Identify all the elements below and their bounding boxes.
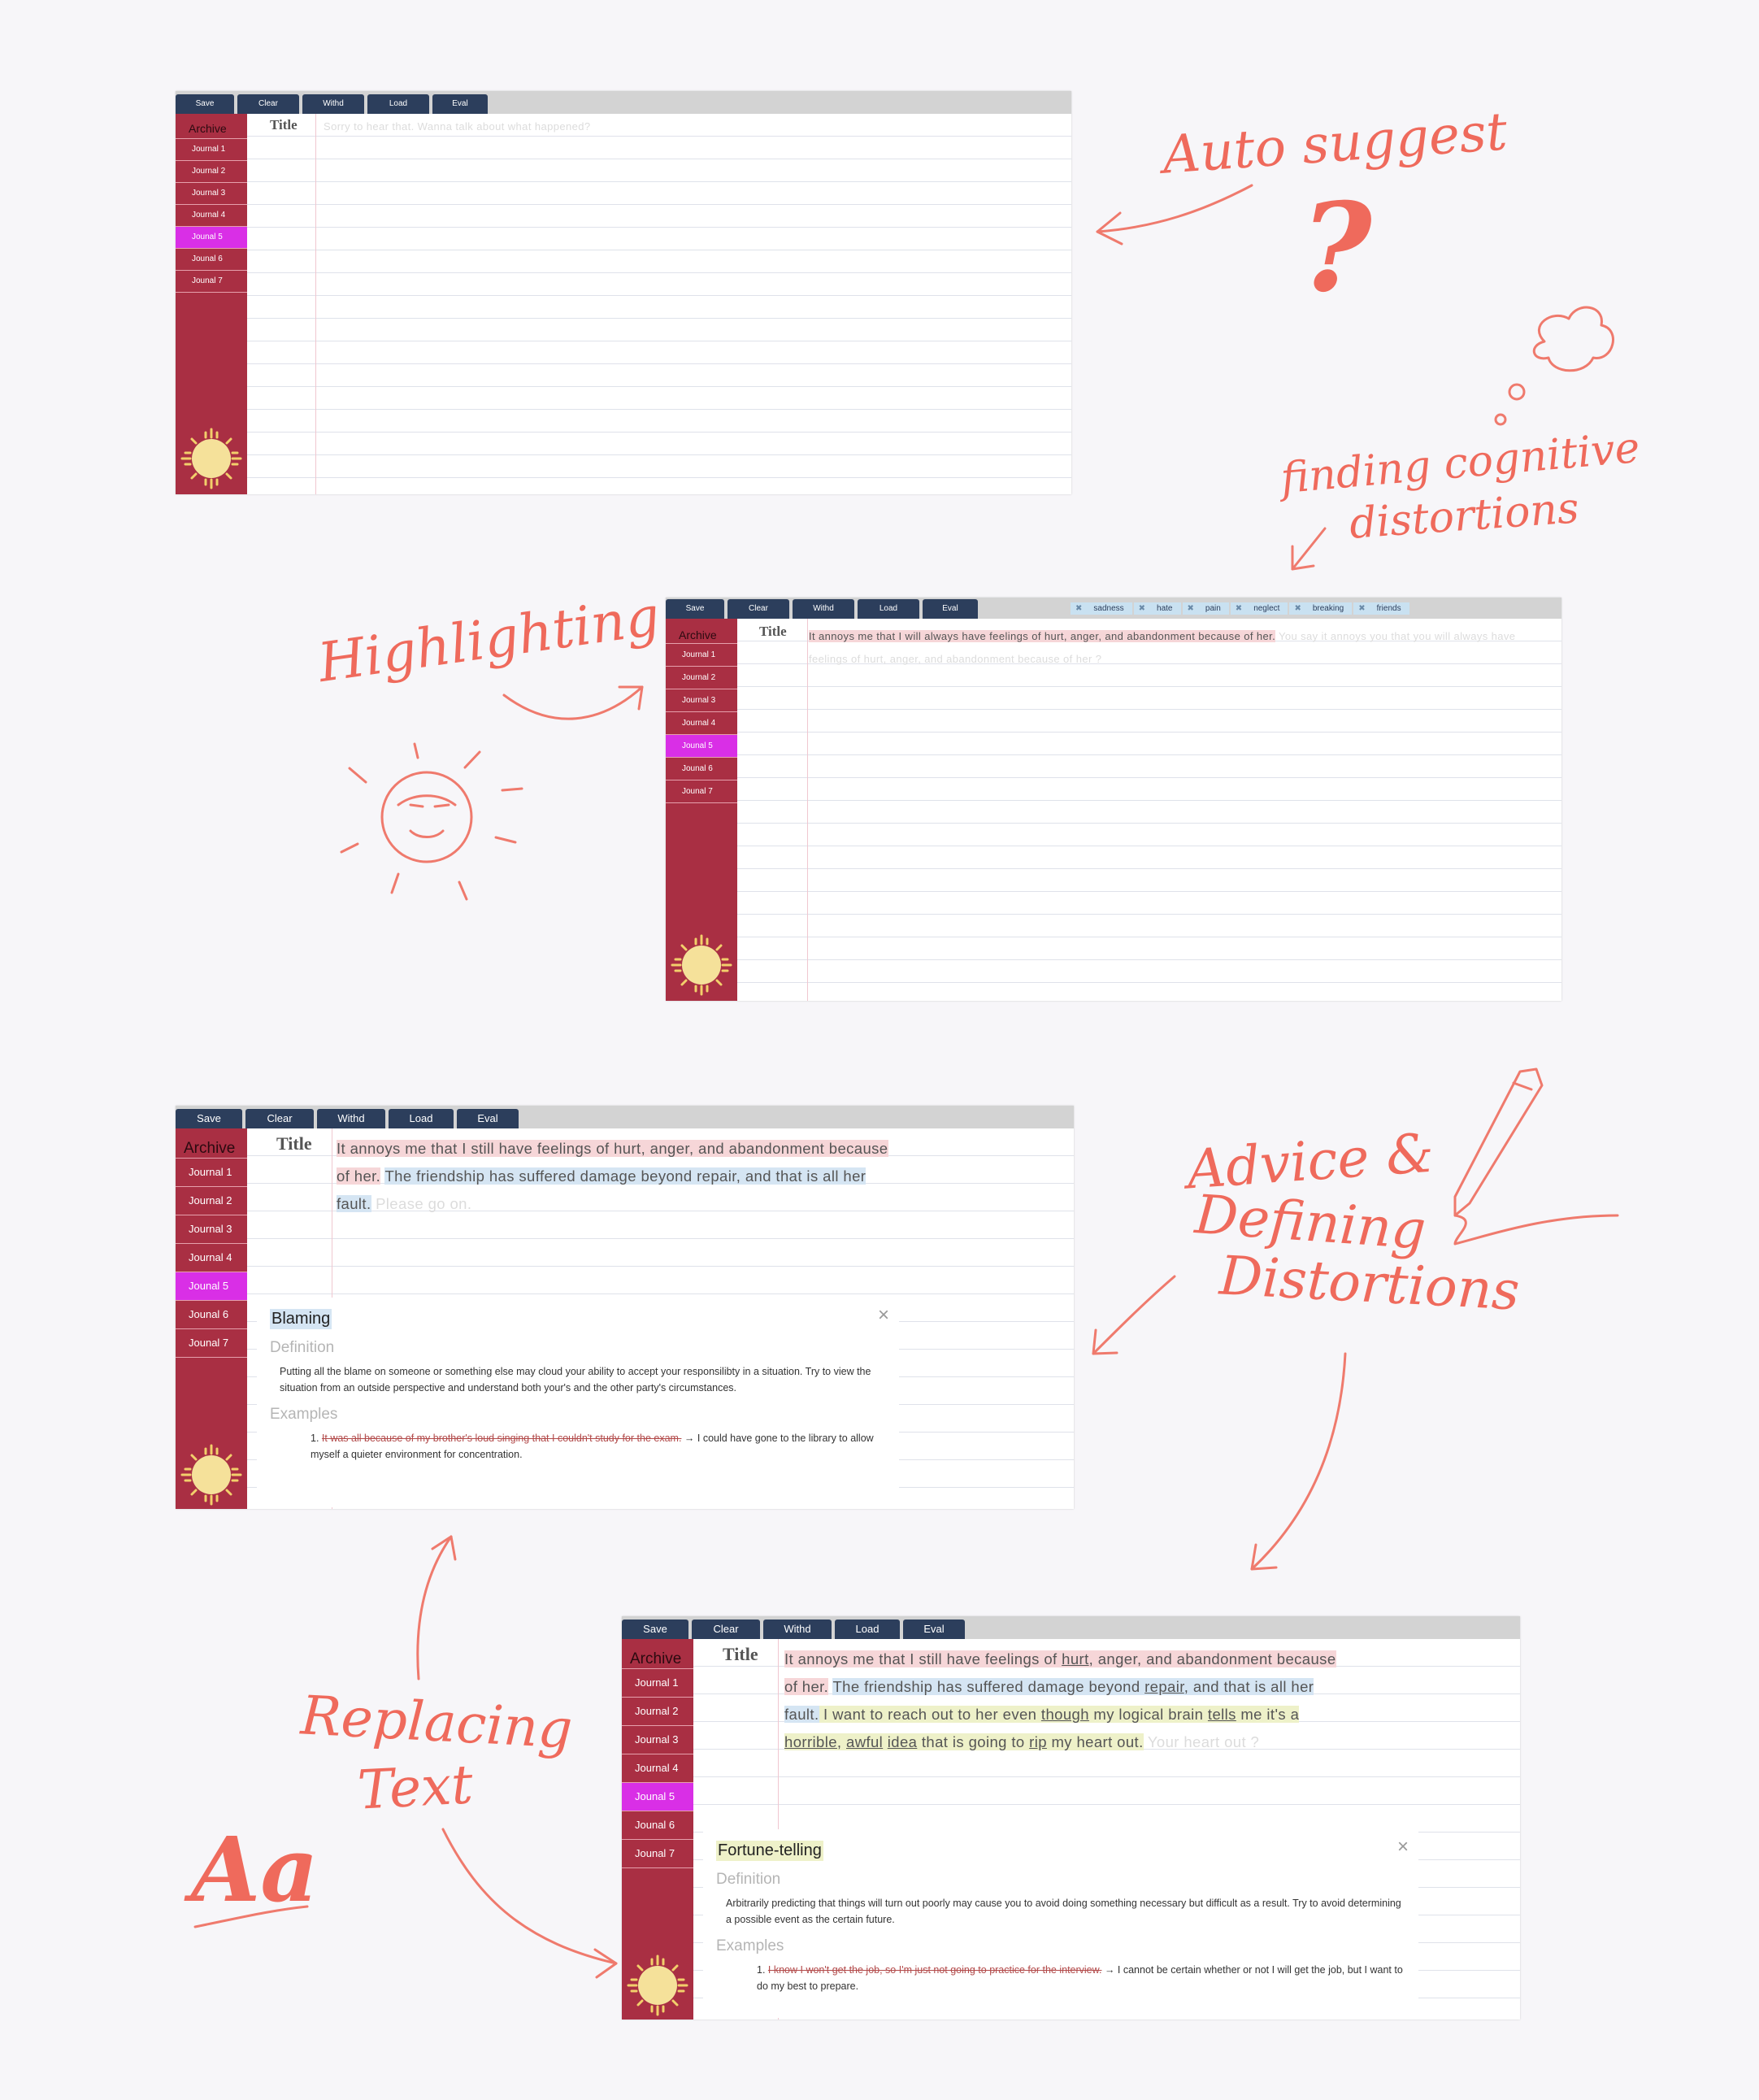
annotation-question-mark: ? — [1301, 176, 1372, 320]
annotation-replacing-line2: Text — [356, 1753, 475, 1822]
annotation-font-aa: Aa — [191, 1817, 319, 1922]
annotation-doodles — [193, 184, 1619, 1979]
